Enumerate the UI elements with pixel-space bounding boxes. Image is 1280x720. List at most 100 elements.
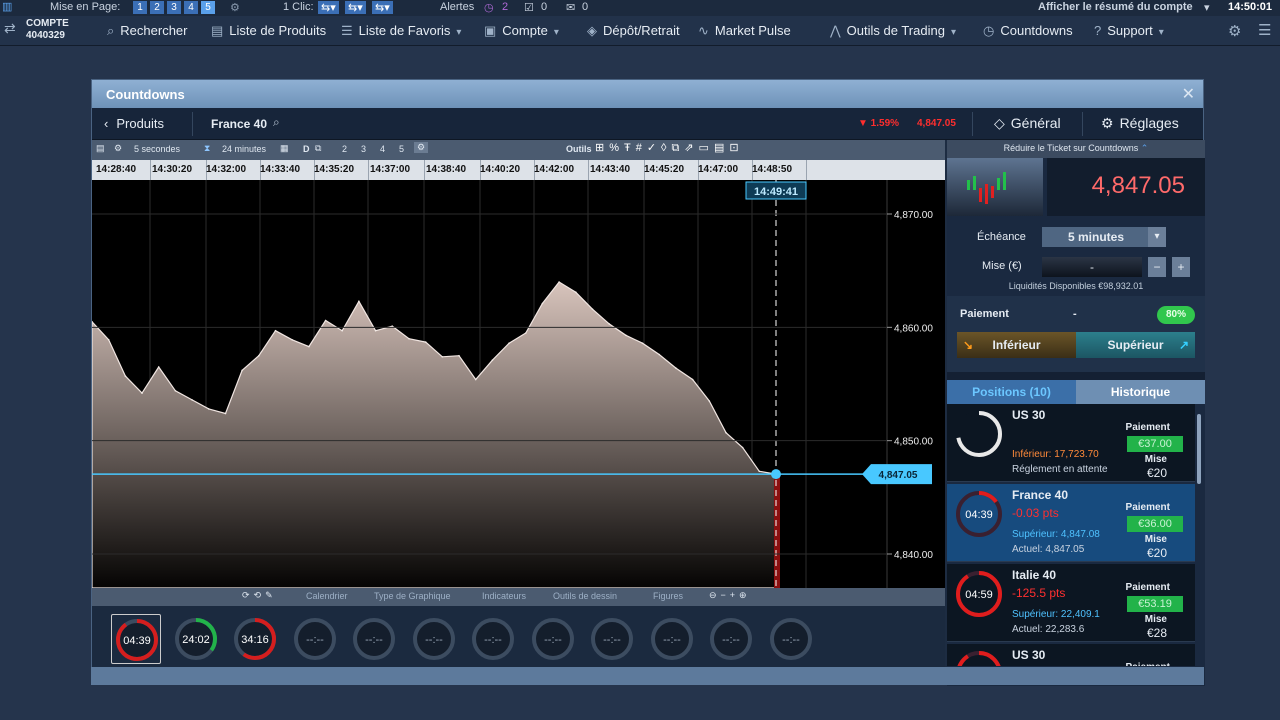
countdown-timer[interactable]: --:--	[766, 614, 816, 664]
nav-favorites[interactable]: ☰ Liste de Favoris ▾	[341, 23, 461, 39]
nav-market-pulse[interactable]: ∿ Market Pulse	[698, 23, 791, 39]
available-liquidity: Liquidités Disponibles €98,932.01	[1008, 281, 1144, 291]
position-card[interactable]: US 30 Inférieur: 17,723.70 Réglement en at…	[947, 404, 1195, 482]
countdown-timer[interactable]: --:--	[349, 614, 399, 664]
price-point	[641, 342, 644, 344]
slot-4[interactable]: 4	[380, 144, 385, 154]
countdown-timer[interactable]: 24:02	[171, 614, 221, 664]
chevron-down-icon[interactable]: ▾	[1148, 227, 1166, 247]
alarm-clock-icon[interactable]: ◷	[484, 1, 494, 14]
time-tick: 14:28:40	[96, 164, 137, 175]
chevron-down-icon[interactable]: ▾	[1204, 1, 1210, 14]
window-title[interactable]: Countdowns	[92, 80, 1203, 108]
stake-input[interactable]: -	[1042, 257, 1142, 277]
countdown-timer[interactable]: --:--	[706, 614, 756, 664]
nav-support[interactable]: ? Support ▾	[1094, 23, 1164, 38]
account-icon: ▣	[484, 23, 497, 38]
position-card[interactable]: US 30 Paiement	[947, 644, 1195, 666]
countdown-timer[interactable]: 34:16	[230, 614, 280, 664]
time-tick: 14:30:20	[152, 164, 193, 175]
interval-selector[interactable]: 5 secondes	[134, 144, 180, 154]
search-icon[interactable]: ⌕	[273, 115, 280, 130]
expiry-select[interactable]: 5 minutes	[1042, 227, 1150, 247]
price-point	[208, 408, 210, 410]
window-icon[interactable]: ⧉	[315, 143, 321, 154]
daily-toggle[interactable]: D	[303, 144, 310, 154]
envelope-icon[interactable]: ✉	[566, 1, 575, 14]
interval-gear-icon[interactable]: ⚙	[114, 143, 122, 154]
countdown-timer[interactable]: --:--	[647, 614, 697, 664]
price-point	[174, 390, 177, 392]
layout-page-2[interactable]: 2	[150, 1, 164, 14]
close-icon[interactable]: ✕	[1182, 84, 1195, 104]
tab-calendar[interactable]: Calendrier	[306, 591, 348, 601]
calendar-icon[interactable]: ▦	[280, 143, 289, 154]
layout-page-5[interactable]: 5	[201, 1, 215, 14]
tab-drawing-tools[interactable]: Outils de dessin	[553, 591, 617, 601]
stake-plus-button[interactable]: +	[1172, 257, 1190, 277]
divider	[192, 112, 193, 136]
layout-page-3[interactable]: 3	[167, 1, 181, 14]
position-card[interactable]: 04:59 Italie 40 -125.5 pts Supérieur: 22,40…	[947, 564, 1195, 642]
one-click-toggle-2-icon[interactable]: ⇆▾	[345, 1, 366, 14]
zoom-controls[interactable]: ⊖−+⊕	[709, 590, 751, 601]
countdown-timer[interactable]: --:--	[409, 614, 459, 664]
price-chart[interactable]: 4,870.00 4,860.00 4,850.00 4,840.00 14:49:41…	[91, 180, 945, 589]
lower-button[interactable]: ↘ Inférieur	[957, 332, 1076, 358]
gear-icon[interactable]: ⚙	[414, 142, 429, 153]
swap-arrows-icon[interactable]: ⇄	[4, 20, 16, 37]
hourglass-icon[interactable]: ⧗	[204, 143, 210, 154]
higher-button[interactable]: Supérieur ↗	[1076, 332, 1195, 358]
nav-account[interactable]: ▣ Compte ▾	[484, 23, 559, 39]
chart-type-icon[interactable]: ▤	[96, 143, 105, 154]
countdown-timer[interactable]: --:--	[528, 614, 578, 664]
clock-icon: ◷	[983, 23, 995, 38]
nav-product-list[interactable]: ▤ Liste de Produits	[211, 23, 326, 39]
chart-action-icons[interactable]: ⟳⟲✎	[242, 590, 277, 601]
slot-3[interactable]: 3	[361, 144, 366, 154]
slot-5[interactable]: 5	[399, 144, 404, 154]
check-icon[interactable]: ☑	[524, 1, 534, 14]
timer-ring-icon: --:--	[710, 618, 752, 660]
one-click-toggle-icon[interactable]: ⇆▾	[318, 1, 339, 14]
settings-gear-icon[interactable]: ⚙	[230, 1, 240, 14]
tab-history[interactable]: Historique	[1076, 380, 1205, 404]
slot-2[interactable]: 2	[342, 144, 347, 154]
countdown-timer[interactable]: --:--	[587, 614, 637, 664]
range-selector[interactable]: 24 minutes	[222, 144, 266, 154]
timer-label: --:--	[603, 634, 621, 646]
stake-minus-button[interactable]: −	[1148, 257, 1166, 277]
countdown-timer[interactable]: --:--	[290, 614, 340, 664]
reduce-ticket-button[interactable]: Réduire le Ticket sur Countdowns ⌃	[947, 140, 1205, 158]
scrollbar-thumb[interactable]	[1197, 414, 1201, 484]
nav-deposit[interactable]: ◈ Dépôt/Retrait	[587, 23, 680, 39]
timer-label: 04:39	[123, 635, 151, 647]
alerts-label[interactable]: Alertes	[440, 1, 474, 13]
main-nav: ⇄ COMPTE 4040329 ⌕ Rechercher ▤ Liste de P…	[0, 16, 1280, 46]
tab-chart-type[interactable]: Type de Graphique	[374, 591, 451, 601]
one-click-toggle-3-icon[interactable]: ⇆▾	[372, 1, 393, 14]
tab-positions[interactable]: Positions (10)	[947, 380, 1076, 404]
account-block[interactable]: COMPTE 4040329	[26, 18, 69, 42]
nav-search[interactable]: ⌕ Rechercher	[107, 23, 187, 39]
user-settings-icon[interactable]: ⚙	[1228, 22, 1241, 40]
price-point	[308, 345, 310, 348]
settings-button[interactable]: ⚙ Réglages	[1101, 115, 1179, 132]
back-to-products-button[interactable]: ‹ Produits	[104, 116, 164, 131]
countdown-timer[interactable]: 04:39	[111, 614, 161, 664]
nav-trading-tools[interactable]: ⋀ Outils de Trading ▾	[830, 23, 956, 39]
app-menu-icon[interactable]: ▥	[2, 0, 12, 13]
menu-icon[interactable]: ☰	[1258, 21, 1271, 39]
nav-countdowns[interactable]: ◷ Countdowns	[983, 23, 1073, 39]
tab-figures[interactable]: Figures	[653, 591, 683, 601]
tab-indicators[interactable]: Indicateurs	[482, 591, 526, 601]
account-summary-link[interactable]: Afficher le résumé du compte	[1038, 1, 1193, 13]
position-card[interactable]: 04:39 France 40 -0.03 pts Supérieur: 4,847.…	[947, 484, 1195, 562]
general-button[interactable]: ◇ Général	[994, 115, 1061, 132]
countdown-timer[interactable]: --:--	[468, 614, 518, 664]
drawing-tools-group[interactable]: ⊞%Ŧ#✓◊⧉⇗▭▤⊡	[595, 141, 805, 159]
instrument-name[interactable]: France 40	[211, 117, 267, 131]
layout-page-1[interactable]: 1	[133, 1, 147, 14]
layout-page-4[interactable]: 4	[184, 1, 198, 14]
price-point	[575, 291, 577, 293]
